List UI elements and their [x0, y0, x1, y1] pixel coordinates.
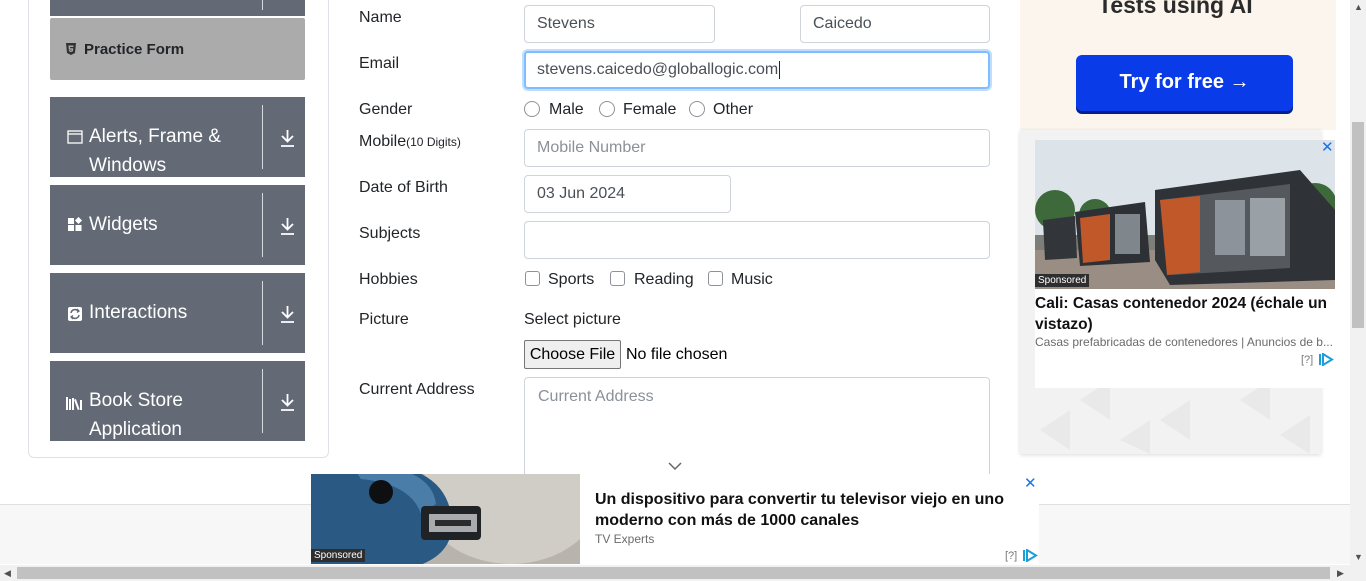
divider [262, 193, 263, 257]
scroll-down-arrow-icon[interactable]: ▼ [1354, 552, 1363, 562]
name-label: Name [359, 9, 402, 26]
scroll-right-arrow-icon[interactable]: ▶ [1337, 568, 1344, 579]
choose-file-button[interactable]: Choose File [524, 340, 621, 369]
mobile-input[interactable]: Mobile Number [524, 129, 990, 167]
divider [262, 105, 263, 169]
ad-heading: Tests using AI [1098, 0, 1253, 18]
right-ad-banner[interactable]: Tests using AI Try for free → [1020, 0, 1336, 130]
gender-label: Gender [359, 101, 413, 118]
close-ad-icon[interactable]: ✕ [1024, 474, 1037, 492]
divider [262, 369, 263, 433]
download-arrow-icon[interactable] [279, 216, 296, 236]
divider [262, 281, 263, 345]
scroll-left-arrow-icon[interactable]: ◀ [4, 568, 11, 579]
close-ad-icon[interactable]: ✕ [1321, 138, 1334, 156]
gender-female-label[interactable]: Female [623, 101, 676, 119]
widgets-icon [68, 217, 83, 231]
hobby-sports-label[interactable]: Sports [548, 271, 594, 289]
interactions-icon [68, 307, 82, 321]
gender-male-radio[interactable] [524, 101, 540, 117]
html5-icon [66, 43, 76, 55]
email-label: Email [359, 55, 400, 72]
picture-label: Picture [359, 311, 409, 328]
container-house-image[interactable]: Sponsored [1035, 140, 1335, 289]
right-ad-content[interactable]: Sponsored Cali: Casas contenedor 2024 (é… [1035, 140, 1335, 388]
first-name-input[interactable]: Stevens [524, 5, 715, 43]
sponsored-badge: Sponsored [1035, 274, 1090, 287]
mobile-label: Mobile(10 Digits) [359, 133, 461, 150]
gender-male-label[interactable]: Male [549, 101, 584, 119]
download-arrow-icon[interactable] [279, 392, 296, 412]
sidebar-group-title: Book Store Application [89, 390, 183, 440]
last-name-input[interactable]: Caicedo [800, 5, 990, 43]
download-arrow-icon[interactable] [279, 304, 296, 324]
gender-other-radio[interactable] [689, 101, 705, 117]
hobby-music-label[interactable]: Music [731, 271, 773, 289]
hobbies-label: Hobbies [359, 271, 418, 288]
text-cursor [779, 60, 781, 79]
divider [262, 0, 263, 10]
hobby-music-checkbox[interactable] [708, 271, 723, 286]
hobby-reading-checkbox[interactable] [610, 271, 625, 286]
ad-title[interactable]: Un dispositivo para convertir tu televis… [595, 489, 1015, 531]
adchoices-icon[interactable] [1022, 549, 1038, 562]
horizontal-scrollbar-thumb[interactable] [17, 567, 1330, 579]
vertical-scrollbar-thumb[interactable] [1352, 122, 1364, 328]
adchoices-icon[interactable] [1318, 353, 1334, 366]
sidebar-group-interactions[interactable]: Interactions [50, 273, 305, 353]
email-input[interactable]: stevens.caicedo@globallogic.com [524, 51, 990, 89]
window-icon [67, 130, 83, 144]
bottom-ad[interactable]: Sponsored Un dispositivo para convertir … [311, 474, 1039, 564]
hdmi-device-image[interactable]: Sponsored [311, 474, 580, 564]
try-for-free-button[interactable]: Try for free → [1076, 55, 1293, 111]
sidebar-group-book-store[interactable]: Book Store Application [50, 361, 305, 441]
no-file-chosen-text: No file chosen [626, 346, 728, 363]
address-placeholder: Current Address [538, 388, 654, 405]
hobby-reading-label[interactable]: Reading [634, 271, 694, 289]
subjects-label: Subjects [359, 225, 421, 242]
download-arrow-icon[interactable] [279, 128, 296, 148]
books-icon [66, 397, 82, 411]
ad-info[interactable]: [?] [1005, 550, 1017, 562]
select-picture-label: Select picture [524, 311, 621, 328]
page: Practice Form Alerts, Frame & Windows Wi… [0, 0, 1366, 581]
mobile-hint: (10 Digits) [406, 135, 461, 149]
ad-source[interactable]: TV Experts [595, 532, 654, 546]
gender-other-label[interactable]: Other [713, 101, 753, 119]
current-address-label: Current Address [359, 381, 475, 398]
ad-source[interactable]: Casas prefabricadas de contenedores | An… [1035, 335, 1335, 349]
scroll-up-arrow-icon[interactable]: ▲ [1354, 2, 1363, 12]
date-of-birth-input[interactable]: 03 Jun 2024 [524, 175, 731, 213]
sidebar-group-title: Alerts, Frame & Windows [89, 126, 221, 176]
sidebar-group-title: Widgets [89, 214, 158, 235]
gender-female-radio[interactable] [599, 101, 615, 117]
sidebar-group-title: Interactions [89, 302, 188, 323]
sidebar-group-forms[interactable] [50, 0, 305, 16]
ad-info[interactable]: [?] [1301, 354, 1313, 366]
current-address-textarea[interactable]: Current Address [524, 377, 990, 487]
sidebar-group-widgets[interactable]: Widgets [50, 185, 305, 265]
chevron-down-icon[interactable] [668, 462, 682, 471]
sidebar-group-alerts[interactable]: Alerts, Frame & Windows [50, 97, 305, 177]
dob-label: Date of Birth [359, 179, 448, 196]
subjects-input[interactable] [524, 221, 990, 259]
sponsored-badge: Sponsored [311, 549, 366, 562]
email-value: stevens.caicedo@globallogic.com [537, 61, 779, 78]
sidebar-item-label: Practice Form [84, 41, 185, 58]
ad-title[interactable]: Cali: Casas contenedor 2024 (échale un v… [1035, 293, 1333, 335]
hobby-sports-checkbox[interactable] [525, 271, 540, 286]
sidebar-item-practice-form[interactable]: Practice Form [50, 18, 305, 80]
